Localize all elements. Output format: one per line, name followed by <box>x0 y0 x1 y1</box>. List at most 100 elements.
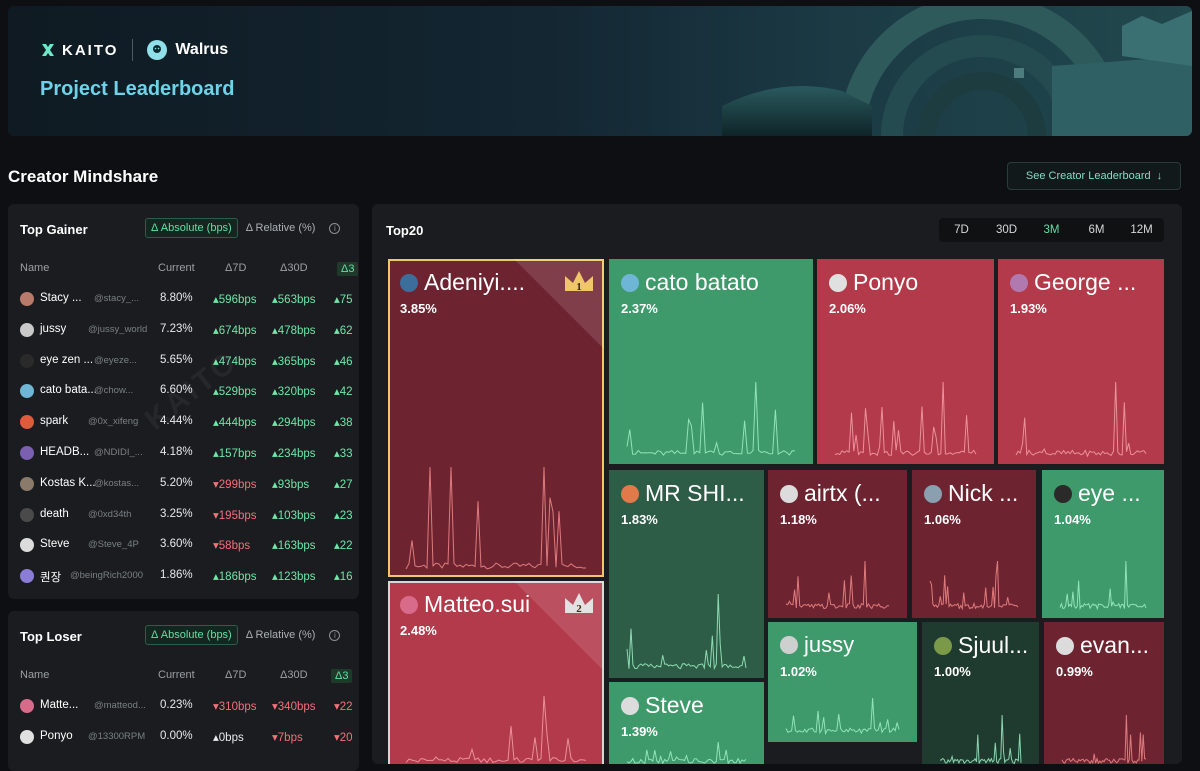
delta-30d: ▴93bps <box>272 478 310 491</box>
tile-sparkline <box>405 466 586 570</box>
treemap-tile[interactable]: airtx (... 1.18% <box>768 470 907 618</box>
tf-30d[interactable]: 30D <box>984 218 1029 242</box>
page-title: Project Leaderboard <box>40 78 235 100</box>
col-d7[interactable]: Δ7D <box>225 669 246 681</box>
arrow-down-icon: ↓ <box>1156 170 1163 182</box>
delta-3m: ▴27 <box>334 478 353 491</box>
kaito-logo[interactable]: KAITO <box>40 42 118 59</box>
creator-name[interactable]: 퀀장 <box>40 569 61 585</box>
creator-name[interactable]: jussy <box>40 323 66 335</box>
delta-3m: ▾20 <box>334 731 353 744</box>
svg-text:1: 1 <box>576 281 582 293</box>
tile-mindshare: 3.85% <box>400 301 437 316</box>
tile-name: jussy <box>780 632 854 658</box>
creator-name[interactable]: Steve <box>40 538 69 550</box>
toggle-relative[interactable]: Δ Relative (%) <box>242 626 320 644</box>
tf-12m[interactable]: 12M <box>1119 218 1164 242</box>
creator-handle: @Steve_4P <box>88 539 139 551</box>
delta-7d: ▴157bps <box>213 448 257 460</box>
avatar <box>20 384 34 399</box>
treemap-tile[interactable]: eye ... 1.04% <box>1042 470 1164 618</box>
treemap-tile[interactable]: Ponyo 2.06% <box>817 259 994 464</box>
col-current[interactable]: Current <box>158 669 195 681</box>
col-d3m[interactable]: Δ3 <box>331 669 353 683</box>
treemap-tile[interactable]: jussy 1.02% <box>768 622 917 742</box>
info-icon[interactable]: i <box>329 629 341 641</box>
treemap-tile[interactable]: Nick ... 1.06% <box>912 470 1036 618</box>
tile-sparkline <box>939 714 1022 764</box>
creator-name[interactable]: HEADB... <box>40 446 89 458</box>
treemap-tile[interactable]: Adeniyi.... 3.85% 1 <box>388 259 604 577</box>
treemap-tile[interactable]: Matteo.sui 2.48% 2 <box>388 581 604 764</box>
treemap-tile[interactable]: Steve 1.39% <box>609 682 764 764</box>
project-name: Walrus <box>175 41 229 58</box>
creator-handle: @0xd34th <box>88 508 132 520</box>
col-d30[interactable]: Δ30D <box>280 669 308 681</box>
col-name[interactable]: Name <box>20 262 49 274</box>
table-row[interactable]: Stacy ... @stacy_... 8.80% ▴596bps ▴563b… <box>8 289 359 309</box>
creator-name[interactable]: Stacy ... <box>40 292 82 304</box>
current-value: 7.23% <box>160 322 193 335</box>
table-row[interactable]: HEADB... @NDIDI_... 4.18% ▴157bps ▴234bp… <box>8 443 359 463</box>
delta-30d: ▴103bps <box>272 509 316 522</box>
tile-sparkline <box>1015 381 1147 458</box>
gainer-title: Top Gainer <box>20 222 88 237</box>
treemap-tile[interactable]: MR SHI... 1.83% <box>609 470 764 678</box>
tf-3m[interactable]: 3M <box>1029 218 1074 242</box>
table-row[interactable]: 퀀장 @beingRich2000 1.86% ▴186bps ▴123bps … <box>8 566 359 586</box>
tile-sparkline <box>929 561 1019 611</box>
delta-30d: ▴294bps <box>272 417 316 430</box>
toggle-absolute[interactable]: Δ Absolute (bps) <box>145 625 238 645</box>
treemap-tile[interactable]: evan... 0.99% <box>1044 622 1164 764</box>
table-row[interactable]: death @0xd34th 3.25% ▾195bps ▴103bps ▴23 <box>8 505 359 525</box>
info-icon[interactable]: i <box>329 222 341 234</box>
walrus-logo-icon <box>147 40 168 60</box>
current-value: 3.60% <box>160 538 193 551</box>
creator-name[interactable]: eye zen ... <box>40 354 93 366</box>
top-gainer-panel: Top Gainer Δ Absolute (bps) Δ Relative (… <box>8 204 359 599</box>
table-row[interactable]: Steve @Steve_4P 3.60% ▾58bps ▴163bps ▴22 <box>8 535 359 555</box>
table-row[interactable]: Matte... @matteod... 0.23% ▾310bps ▾340b… <box>8 696 359 716</box>
project-badge[interactable]: Walrus <box>147 40 228 60</box>
tf-7d[interactable]: 7D <box>939 218 984 242</box>
treemap-tile[interactable]: Sjuul... 1.00% <box>922 622 1039 764</box>
delta-3m: ▴62 <box>334 324 353 337</box>
see-creator-leaderboard-button[interactable]: See Creator Leaderboard ↓ <box>1007 162 1181 190</box>
toggle-relative[interactable]: Δ Relative (%) <box>242 219 320 237</box>
tf-6m[interactable]: 6M <box>1074 218 1119 242</box>
creator-name[interactable]: spark <box>40 415 68 427</box>
delta-7d: ▾58bps <box>213 540 251 553</box>
tile-sparkline <box>1059 561 1147 611</box>
table-row[interactable]: eye zen ... @eyeze... 5.65% ▴474bps ▴365… <box>8 351 359 371</box>
toggle-absolute[interactable]: Δ Absolute (bps) <box>145 218 238 238</box>
creator-name[interactable]: Matte... <box>40 699 78 711</box>
creator-name[interactable]: Ponyo <box>40 730 73 742</box>
table-row[interactable]: Ponyo @13300RPM 0.00% ▴0bps ▾7bps ▾20 <box>8 727 359 747</box>
col-name[interactable]: Name <box>20 669 49 681</box>
tile-sparkline <box>405 695 587 763</box>
tile-mindshare: 1.02% <box>780 664 817 679</box>
avatar <box>924 484 942 503</box>
treemap-tile[interactable]: cato batato 2.37% <box>609 259 813 464</box>
loser-metric-toggle: Δ Absolute (bps) Δ Relative (%) i <box>145 625 341 645</box>
table-row[interactable]: Kostas K... @kostas... 5.20% ▾299bps ▴93… <box>8 474 359 494</box>
table-row[interactable]: jussy @jussy_world 7.23% ▴674bps ▴478bps… <box>8 320 359 340</box>
creator-name[interactable]: Kostas K... <box>40 477 96 489</box>
creator-name[interactable]: cato bata... <box>40 384 97 396</box>
delta-3m: ▾22 <box>334 701 353 713</box>
svg-text:2: 2 <box>576 603 582 615</box>
creator-name[interactable]: death <box>40 508 69 520</box>
delta-3m: ▴16 <box>334 571 353 584</box>
avatar <box>1010 273 1028 292</box>
delta-7d: ▴186bps <box>213 571 257 584</box>
delta-7d: ▾310bps <box>213 701 257 713</box>
tile-sparkline <box>785 697 900 736</box>
tile-name: George ... <box>1010 269 1136 296</box>
col-current[interactable]: Current <box>158 262 195 274</box>
col-d30[interactable]: Δ30D <box>280 262 308 274</box>
delta-7d: ▴0bps <box>213 731 244 744</box>
avatar <box>934 636 952 655</box>
col-d3m[interactable]: Δ3 <box>337 262 359 276</box>
col-d7[interactable]: Δ7D <box>225 262 246 274</box>
treemap-tile[interactable]: George ... 1.93% <box>998 259 1164 464</box>
